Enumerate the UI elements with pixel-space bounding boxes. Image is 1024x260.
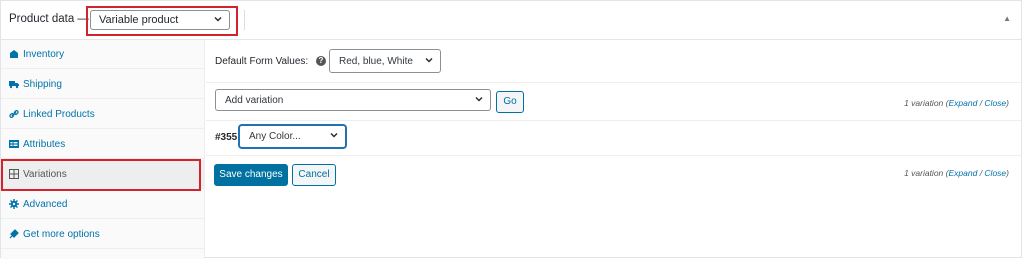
sidebar-item-advanced[interactable]: Advanced (1, 190, 204, 219)
default-form-values-row: Default Form Values: ? Red, blue, White (206, 40, 1021, 83)
default-attribute-select[interactable]: Red, blue, White (329, 49, 441, 73)
gear-icon (9, 199, 19, 209)
sidebar-item-label: Variations (23, 169, 67, 180)
variation-count: 1 variation (Expand / Close) (904, 98, 1009, 108)
variation-action-select[interactable]: Add variation (215, 89, 491, 111)
inventory-icon (10, 50, 18, 58)
chevron-down-icon (475, 97, 483, 102)
product-data-panel: Product data — Variable product ▲ Invent… (0, 0, 1022, 259)
variation-count-bottom: 1 variation (Expand / Close) (904, 168, 1009, 178)
product-type-highlight: Variable product (86, 6, 238, 36)
sidebar-item-linked-products[interactable]: Linked Products (1, 100, 204, 129)
sidebar-item-inventory[interactable]: Inventory (1, 40, 204, 69)
variation-count-end: ) (1006, 168, 1009, 178)
sidebar-item-variations[interactable]: Variations (1, 159, 204, 191)
chevron-down-icon (425, 58, 433, 63)
close-link[interactable]: Close (984, 168, 1006, 178)
variation-actions-row: Add variation Go 1 variation (Expand / C… (206, 83, 1021, 121)
link-icon (9, 110, 19, 118)
help-icon[interactable]: ? (316, 56, 326, 66)
sidebar-item-label: Advanced (23, 199, 68, 210)
default-attribute-value: Red, blue, White (339, 56, 413, 67)
product-type-value: Variable product (99, 14, 179, 26)
variation-color-select[interactable]: Any Color... (239, 125, 346, 148)
variation-color-value: Any Color... (249, 131, 301, 142)
close-link[interactable]: Close (984, 98, 1006, 108)
variation-count-end: ) (1006, 98, 1009, 108)
sidebar-item-shipping[interactable]: Shipping (1, 70, 204, 99)
variation-row: #355 Any Color... (206, 121, 1021, 156)
sidebar-item-attributes[interactable]: Attributes (1, 130, 204, 159)
variation-count-text: 1 variation ( (904, 168, 949, 178)
chevron-down-icon (214, 17, 222, 22)
save-row: Save changes Cancel 1 variation (Expand … (206, 156, 1021, 196)
sidebar-item-label: Get more options (23, 229, 100, 240)
panel-header: Product data — Variable product ▲ (1, 1, 1021, 40)
expand-link[interactable]: Expand (948, 98, 977, 108)
variation-count-text: 1 variation ( (904, 98, 949, 108)
expand-link[interactable]: Expand (948, 168, 977, 178)
sidebar-item-label: Shipping (23, 79, 62, 90)
default-form-values-label: Default Form Values: (215, 56, 309, 67)
sidebar-item-get-more-options[interactable]: Get more options (1, 220, 204, 249)
cancel-button[interactable]: Cancel (292, 164, 336, 186)
chevron-down-icon (330, 133, 338, 138)
go-button[interactable]: Go (496, 91, 524, 113)
truck-icon (9, 81, 19, 89)
collapse-toggle-icon[interactable]: ▲ (1003, 14, 1011, 23)
list-icon (9, 140, 19, 148)
product-data-tabs: Inventory Shipping Linked Products Attri… (1, 40, 205, 259)
sidebar-item-label: Attributes (23, 139, 66, 150)
sidebar-item-label: Linked Products (23, 109, 95, 120)
save-changes-button[interactable]: Save changes (214, 164, 288, 186)
grid-icon (9, 169, 19, 179)
product-type-select[interactable]: Variable product (90, 10, 230, 30)
plugin-icon (9, 229, 19, 239)
panel-title: Product data — (9, 13, 89, 25)
variation-id: #355 (215, 132, 238, 143)
variations-panel: Default Form Values: ? Red, blue, White … (206, 40, 1021, 259)
header-divider (244, 10, 245, 30)
variation-action-value: Add variation (225, 95, 284, 106)
sidebar-item-label: Inventory (23, 49, 65, 60)
